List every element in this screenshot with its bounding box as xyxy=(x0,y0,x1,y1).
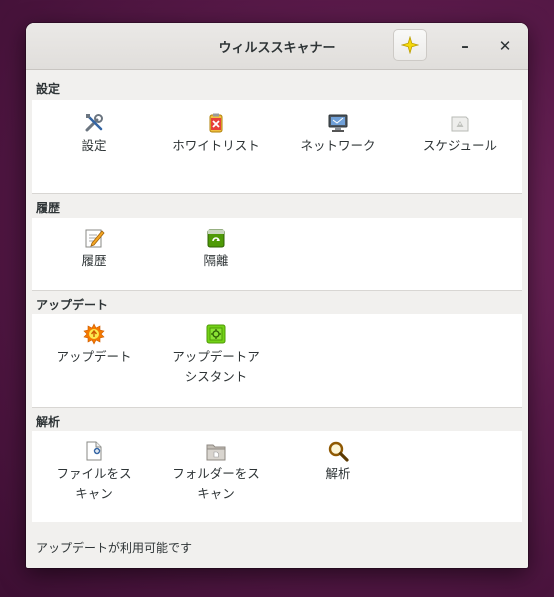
app-window: ウィルススキャナー – ✕ 設定 設定 ホワイトリスト ネットワーク スケジュー… xyxy=(26,23,528,568)
quarantine-item-label: 隔離 xyxy=(203,253,229,268)
update-item[interactable]: アップデート xyxy=(34,323,154,367)
quarantine-item[interactable]: 隔離 xyxy=(156,227,276,271)
whitelist-item[interactable]: ホワイトリスト xyxy=(156,112,276,156)
close-button[interactable]: ✕ xyxy=(494,35,516,57)
title-bar: ウィルススキャナー – ✕ xyxy=(26,23,528,70)
section-header-update: アップデート xyxy=(36,298,109,312)
whitelist-item-label: ホワイトリスト xyxy=(172,138,260,153)
update-panel: アップデート アップデートア シスタント xyxy=(32,314,522,408)
quarantine-icon xyxy=(207,229,225,248)
update-icon xyxy=(83,323,105,345)
scan-file-icon xyxy=(86,441,102,461)
update-item-label: アップデート xyxy=(56,349,132,364)
scan-folder-label-line2: キャン xyxy=(197,486,235,501)
scan-file-label-line2: キャン xyxy=(75,486,113,501)
history-panel: 履歴 隔離 xyxy=(32,218,522,291)
status-text: アップデートが利用可能です xyxy=(36,541,193,555)
update-assistant-label-line1: アップデートア xyxy=(172,349,260,364)
minimize-button[interactable]: – xyxy=(454,35,476,57)
network-item-label: ネットワーク xyxy=(300,138,376,153)
update-assistant-item[interactable]: アップデートア シスタント xyxy=(156,323,276,387)
analysis-icon xyxy=(328,441,349,462)
schedule-item-label: スケジュール xyxy=(422,138,498,153)
analysis-item-label: 解析 xyxy=(325,466,351,481)
tools-icon xyxy=(85,114,103,132)
settings-item[interactable]: 設定 xyxy=(34,112,154,156)
settings-item-label: 設定 xyxy=(81,138,107,153)
window-title: ウィルススキャナー xyxy=(218,41,336,56)
network-item[interactable]: ネットワーク xyxy=(278,112,398,156)
star-sparkle-icon xyxy=(401,36,419,54)
section-header-settings: 設定 xyxy=(36,82,61,96)
scan-file-item[interactable]: ファイルをス キャン xyxy=(34,440,154,504)
history-icon xyxy=(85,229,105,248)
scan-file-label-line1: ファイルをス xyxy=(56,466,132,481)
scan-folder-icon xyxy=(206,444,226,461)
star-button[interactable] xyxy=(393,29,427,61)
section-header-history: 履歴 xyxy=(36,201,61,215)
history-item[interactable]: 履歴 xyxy=(34,227,154,271)
analysis-item[interactable]: 解析 xyxy=(278,440,398,484)
analysis-panel: ファイルをス キャン フォルダーをス キャン 解析 xyxy=(32,431,522,522)
scan-folder-item[interactable]: フォルダーをス キャン xyxy=(156,440,276,504)
update-assistant-icon xyxy=(206,324,226,344)
history-item-label: 履歴 xyxy=(81,253,107,268)
whitelist-icon xyxy=(209,113,223,133)
scan-folder-label-line1: フォルダーをス xyxy=(172,466,260,481)
schedule-item[interactable]: スケジュール xyxy=(400,112,520,156)
network-icon xyxy=(328,114,348,132)
update-assistant-label-line2: シスタント xyxy=(184,369,248,384)
schedule-icon xyxy=(451,116,469,132)
section-header-analysis: 解析 xyxy=(36,415,61,429)
settings-panel: 設定 ホワイトリスト ネットワーク スケジュール xyxy=(32,100,522,194)
